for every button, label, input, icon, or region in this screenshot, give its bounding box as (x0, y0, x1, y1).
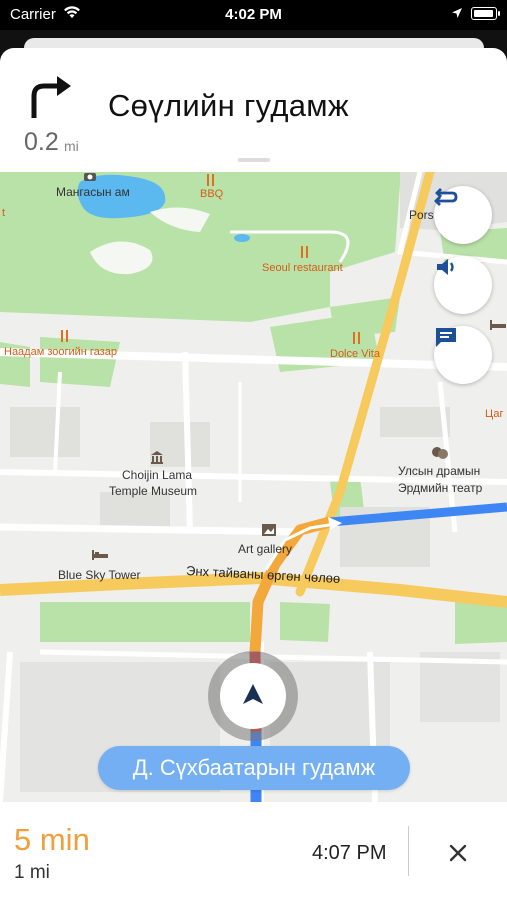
poi-porsche[interactable]: Pors (409, 208, 434, 222)
location-arrow-icon (451, 6, 463, 23)
close-icon (449, 844, 467, 862)
routes-button[interactable] (434, 186, 492, 244)
poi-edge-t[interactable]: t (2, 207, 5, 219)
divider (408, 826, 409, 876)
current-street-label: Д. Сүхбаатарын гудамж (132, 755, 376, 780)
poi-theatre-line2[interactable]: Эрдмийн театр (398, 481, 482, 495)
end-navigation-button[interactable] (440, 835, 476, 871)
maneuver-card[interactable]: 0.2 mi Сөүлийн гудамж (0, 48, 507, 172)
poi-naadam[interactable]: Наадам зоогийн газар (4, 346, 117, 358)
poi-choijin-line1[interactable]: Choijin Lama (122, 468, 192, 482)
clock: 4:02 PM (225, 6, 282, 23)
current-street-pill: Д. Сүхбаатарын гудамж (98, 746, 410, 790)
trip-distance: 1 mi (14, 862, 50, 883)
poi-seoul-restaurant[interactable]: Seoul restaurant (262, 262, 343, 274)
poi-art-gallery[interactable]: Art gallery (238, 542, 292, 556)
poi-bbq[interactable]: BBQ (200, 188, 223, 200)
arrival-time: 4:07 PM (312, 842, 387, 864)
trip-summary-bar[interactable]: 5 min 1 mi 4:07 PM (0, 802, 507, 900)
poi-mangasyn[interactable]: Мангасын ам (56, 185, 130, 199)
poi-choijin-line2[interactable]: Temple Museum (109, 484, 197, 498)
trip-duration: 5 min (14, 822, 90, 857)
turn-right-icon (26, 72, 76, 125)
poi-edge-tsag[interactable]: Цаг (485, 408, 504, 420)
map-view[interactable]: Мангасын ам BBQ Seoul restaurant Pors На… (0, 172, 507, 802)
poi-theatre-line1[interactable]: Улсын драмын (398, 464, 480, 478)
battery-icon (471, 7, 500, 20)
status-bar: Carrier 4:02 PM (0, 0, 507, 30)
poi-blue-sky-tower[interactable]: Blue Sky Tower (58, 568, 140, 582)
maneuver-street-name: Сөүлийн гудамж (108, 88, 349, 123)
maneuver-distance: 0.2 (24, 128, 59, 156)
maneuver-distance-unit: mi (64, 138, 79, 154)
poi-dolce-vita[interactable]: Dolce Vita (330, 348, 380, 360)
card-grip-handle[interactable] (238, 158, 270, 162)
report-button[interactable] (434, 326, 492, 384)
sound-button[interactable] (434, 256, 492, 314)
